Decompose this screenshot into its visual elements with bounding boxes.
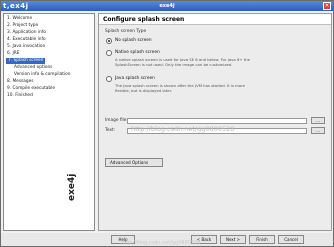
native-splash-radio[interactable]: [106, 50, 112, 56]
sidebar-item-project-type[interactable]: 2. Project type: [7, 23, 38, 29]
advanced-options-button[interactable]: Advanced Options: [105, 158, 163, 167]
image-browse-button[interactable]: ...: [311, 117, 325, 124]
native-splash-description-2: SplashScreen is not used. Only the image…: [115, 62, 233, 67]
sidebar-item-version-info[interactable]: Version info & compilation: [14, 72, 70, 78]
next-button[interactable]: Next >: [220, 235, 246, 244]
sidebar-item-application-info[interactable]: 3. Application info: [7, 30, 46, 36]
sidebar-item-splash-screen[interactable]: 7. Splash screen: [6, 58, 46, 64]
exe4j-side-logo: exe4j: [67, 173, 77, 201]
watermark-url: http://blog.csdn.net/gg0800528: [131, 125, 235, 133]
native-splash-label: Native splash screen: [115, 50, 160, 55]
sidebar-item-executable-info[interactable]: 4. Executable info: [7, 37, 46, 43]
main-panel: Configure splash screen Splash screen Ty…: [98, 13, 332, 231]
sidebar-item-java-invocation[interactable]: 5. Java invocation: [7, 44, 45, 50]
finish-button[interactable]: Finish: [249, 235, 275, 244]
sidebar-item-welcome[interactable]: 1. Welcome: [7, 16, 32, 22]
java-splash-label: Java splash screen: [115, 76, 155, 81]
image-file-label: Image file:: [105, 118, 128, 123]
java-splash-description-2: flexible, but is displayed later.: [115, 88, 172, 93]
cancel-button[interactable]: Cancel: [278, 235, 304, 244]
sidebar-item-messages[interactable]: 8. Messages: [7, 79, 34, 85]
splash-type-group-label: Splash screen Type: [105, 29, 147, 34]
sidebar-item-compile-executable[interactable]: 9. Compile executable: [7, 86, 55, 92]
no-splash-radio[interactable]: [106, 38, 112, 44]
watermark-url-footer: http://blog.csdn.net/gg0800528: [121, 240, 201, 246]
image-file-input[interactable]: [127, 118, 307, 124]
sidebar-item-finished[interactable]: 10. Finished: [7, 93, 33, 99]
exe4j-window: t,ex4j exe4j × 1. Welcome 2. Project typ…: [0, 0, 334, 247]
step-header: Configure splash screen: [99, 14, 331, 25]
no-splash-label: No splash screen: [115, 38, 152, 43]
sidebar-item-advanced-options[interactable]: Advanced options: [14, 65, 52, 71]
page-title: Configure splash screen: [103, 16, 185, 23]
text-browse-button[interactable]: ...: [311, 127, 325, 134]
sidebar-item-jre[interactable]: 6. JRE: [7, 51, 19, 57]
java-splash-radio[interactable]: [106, 76, 112, 82]
title-bar: t,ex4j exe4j ×: [1, 1, 333, 11]
wizard-steps-sidebar: 1. Welcome 2. Project type 3. Applicatio…: [3, 13, 95, 231]
window-title: exe4j: [159, 3, 175, 9]
text-label: Text:: [105, 128, 116, 133]
close-icon[interactable]: ×: [323, 2, 331, 10]
